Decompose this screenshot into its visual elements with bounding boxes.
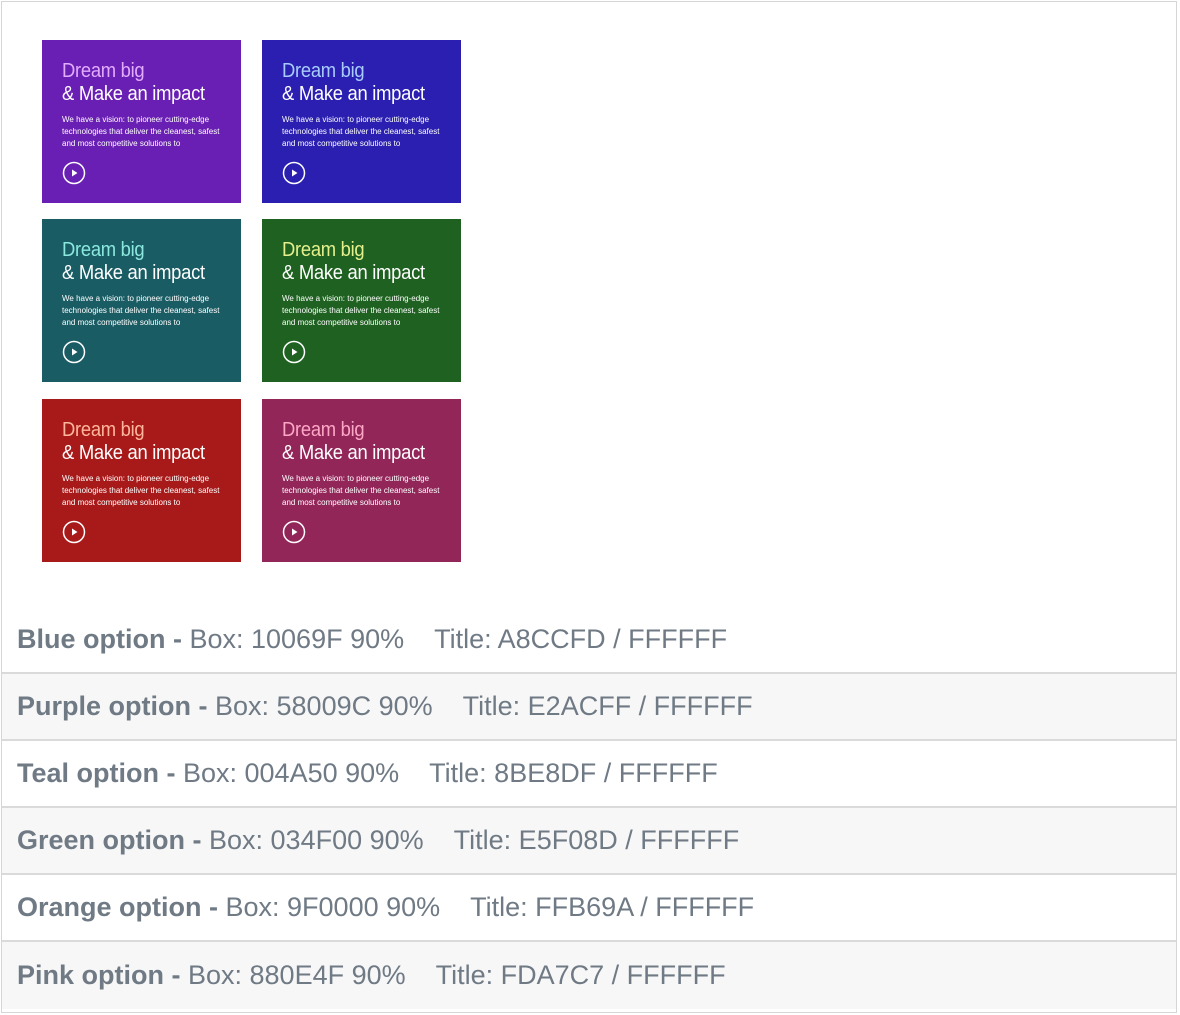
- option-row-purple: Purple option - Box: 58009C 90% Title: E2…: [2, 674, 1176, 741]
- card-green: Dream big & Make an impact We have a vis…: [262, 219, 461, 382]
- card-title-main: & Make an impact: [62, 442, 205, 464]
- option-row-teal: Teal option - Box: 004A50 90% Title: 8BE8…: [2, 741, 1176, 808]
- option-title-color: Title: E2ACFF / FFFFFF: [462, 691, 753, 721]
- option-box-color: Box: 880E4F 90%: [188, 960, 406, 990]
- card-description: We have a vision: to pioneer cutting-edg…: [62, 115, 220, 148]
- play-icon[interactable]: [282, 161, 306, 185]
- card-teal: Dream big & Make an impact We have a vis…: [42, 219, 241, 382]
- option-name: Orange option -: [17, 892, 218, 922]
- play-icon[interactable]: [62, 161, 86, 185]
- option-title-color: Title: FDA7C7 / FFFFFF: [435, 960, 726, 990]
- option-row-orange: Orange option - Box: 9F0000 90% Title: FF…: [2, 875, 1176, 942]
- option-title-color: Title: A8CCFD / FFFFFF: [434, 624, 728, 654]
- card-title-accent: Dream big: [62, 239, 145, 261]
- card-description: We have a vision: to pioneer cutting-edg…: [62, 294, 220, 327]
- card-title-accent: Dream big: [62, 419, 145, 441]
- card-purple: Dream big & Make an impact We have a vis…: [42, 40, 241, 203]
- card-title-accent: Dream big: [282, 419, 365, 441]
- option-box-color: Box: 58009C 90%: [215, 691, 433, 721]
- card-title-accent: Dream big: [282, 239, 365, 261]
- option-name: Purple option -: [17, 691, 208, 721]
- option-title-color: Title: FFB69A / FFFFFF: [470, 892, 755, 922]
- option-row-pink: Pink option - Box: 880E4F 90% Title: FDA7…: [2, 942, 1176, 1009]
- option-name: Pink option -: [17, 960, 181, 990]
- option-name: Blue option -: [17, 624, 182, 654]
- card-title-main: & Make an impact: [282, 442, 425, 464]
- color-options-table: Dream big & Make an impact We have a vis…: [1, 1, 1177, 1013]
- play-icon[interactable]: [62, 520, 86, 544]
- card-description: We have a vision: to pioneer cutting-edg…: [62, 474, 220, 507]
- card-title-main: & Make an impact: [282, 262, 425, 284]
- option-box-color: Box: 10069F 90%: [189, 624, 405, 654]
- card-title-main: & Make an impact: [282, 83, 425, 105]
- option-row-green: Green option - Box: 034F00 90% Title: E5F…: [2, 808, 1176, 875]
- card-title-main: & Make an impact: [62, 83, 205, 105]
- option-box-color: Box: 034F00 90%: [209, 825, 424, 855]
- card-preview-panel: Dream big & Make an impact We have a vis…: [2, 2, 1176, 609]
- option-title-color: Title: E5F08D / FFFFFF: [453, 825, 740, 855]
- play-icon[interactable]: [62, 340, 86, 364]
- card-description: We have a vision: to pioneer cutting-edg…: [282, 474, 440, 507]
- card-blue: Dream big & Make an impact We have a vis…: [262, 40, 461, 203]
- option-row-blue: Blue option - Box: 10069F 90% Title: A8CC…: [2, 607, 1176, 674]
- option-name: Green option -: [17, 825, 202, 855]
- card-description: We have a vision: to pioneer cutting-edg…: [282, 115, 440, 148]
- card-title-accent: Dream big: [62, 60, 145, 82]
- card-red: Dream big & Make an impact We have a vis…: [42, 399, 241, 562]
- option-title-color: Title: 8BE8DF / FFFFFF: [429, 758, 718, 788]
- option-box-color: Box: 004A50 90%: [183, 758, 400, 788]
- play-icon[interactable]: [282, 340, 306, 364]
- option-name: Teal option -: [17, 758, 176, 788]
- card-pink: Dream big & Make an impact We have a vis…: [262, 399, 461, 562]
- card-description: We have a vision: to pioneer cutting-edg…: [282, 294, 440, 327]
- option-box-color: Box: 9F0000 90%: [225, 892, 441, 922]
- card-title-main: & Make an impact: [62, 262, 205, 284]
- card-title-accent: Dream big: [282, 60, 365, 82]
- play-icon[interactable]: [282, 520, 306, 544]
